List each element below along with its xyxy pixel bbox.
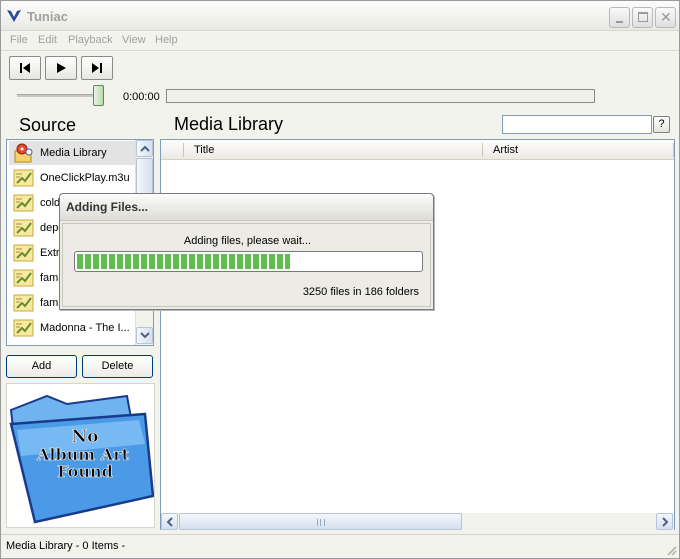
playlist-icon <box>13 169 34 187</box>
help-button[interactable]: ? <box>653 116 670 133</box>
album-art-text-3: Found <box>57 462 113 481</box>
playlist-icon <box>13 244 34 262</box>
column-artist[interactable]: Artist <box>493 144 518 156</box>
playlist-icon <box>13 269 34 287</box>
column-divider[interactable] <box>482 143 483 157</box>
source-item-playlist[interactable]: OneClickPlay.m3u <box>9 166 135 190</box>
maximize-icon <box>638 12 648 22</box>
adding-files-dialog: Adding Files... Adding files, please wai… <box>59 193 434 310</box>
previous-button[interactable] <box>9 56 41 80</box>
minimize-icon <box>616 21 623 23</box>
source-item-label: Media Library <box>40 147 107 159</box>
menu-file[interactable]: File <box>10 34 28 46</box>
dialog-title-bar[interactable]: Adding Files... <box>60 194 433 221</box>
menu-help[interactable]: Help <box>155 34 178 46</box>
play-icon <box>57 63 66 73</box>
play-button[interactable] <box>45 56 77 80</box>
status-text: Media Library - 0 Items - <box>6 540 126 552</box>
search-input[interactable] <box>502 115 652 134</box>
next-icon <box>92 63 102 73</box>
progress-bar <box>74 251 423 272</box>
album-art-panel: No Album Art Found <box>6 383 155 528</box>
resize-grip-icon[interactable] <box>666 545 677 556</box>
column-divider[interactable] <box>673 143 674 157</box>
dialog-body: Adding files, please wait... 3250 files … <box>62 223 431 307</box>
playlist-icon <box>13 319 34 337</box>
playlist-icon <box>13 219 34 237</box>
playlist-icon <box>13 294 34 312</box>
media-library-icon <box>14 143 33 163</box>
menu-playback[interactable]: Playback <box>68 34 113 46</box>
menu-view[interactable]: View <box>122 34 146 46</box>
close-button[interactable]: ✕ <box>655 7 676 28</box>
chevron-left-icon <box>166 517 173 527</box>
volume-slider-thumb[interactable] <box>93 85 104 106</box>
minimize-button[interactable] <box>609 7 630 28</box>
source-item-media-library[interactable]: Media Library <box>9 141 135 165</box>
previous-icon <box>20 63 30 73</box>
time-display: 0:00:00 <box>123 91 160 103</box>
title-bar[interactable]: Tuniac ✕ <box>1 1 679 31</box>
source-item-label: OneClickPlay.m3u <box>40 172 130 184</box>
window-title: Tuniac <box>27 9 68 24</box>
app-window: Tuniac ✕ File Edit Playback View Help 0:… <box>0 0 680 559</box>
scroll-right-button[interactable] <box>656 513 673 530</box>
chevron-right-icon <box>662 517 669 527</box>
playlist-icon <box>13 194 34 212</box>
horizontal-scrollbar[interactable] <box>161 513 674 530</box>
next-button[interactable] <box>81 56 113 80</box>
tuniac-logo-icon <box>7 10 21 22</box>
source-item-playlist[interactable]: Madonna - The I... <box>9 316 135 340</box>
menu-bar: File Edit Playback View Help <box>1 31 679 51</box>
album-art-text-1: No <box>72 427 99 447</box>
dialog-message: Adding files, please wait... <box>183 235 312 247</box>
column-divider[interactable] <box>183 143 184 157</box>
dialog-file-count: 3250 files in 186 folders <box>302 286 419 298</box>
scroll-left-button[interactable] <box>161 513 178 530</box>
menu-edit[interactable]: Edit <box>38 34 57 46</box>
volume-slider-track[interactable] <box>17 94 101 97</box>
column-title[interactable]: Title <box>194 144 214 156</box>
source-item-label: Madonna - The I... <box>40 322 130 334</box>
scroll-thumb[interactable] <box>179 513 462 530</box>
scroll-up-button[interactable] <box>136 140 153 157</box>
progress-fill <box>77 254 290 269</box>
scroll-thumb[interactable] <box>136 158 153 198</box>
grip-icon <box>317 519 325 526</box>
add-button[interactable]: Add <box>6 355 77 378</box>
chevron-down-icon <box>140 332 150 339</box>
no-album-art-image: No Album Art Found <box>9 394 155 524</box>
source-item-label: Extr <box>40 247 60 259</box>
source-heading: Source <box>19 115 77 135</box>
delete-button[interactable]: Delete <box>82 355 153 378</box>
maximize-button[interactable] <box>632 7 653 28</box>
status-bar: Media Library - 0 Items - <box>1 534 679 558</box>
column-header: Title Artist <box>161 140 674 160</box>
media-library-heading: Media Library <box>174 114 284 134</box>
chevron-up-icon <box>140 145 150 152</box>
seek-bar[interactable] <box>166 89 595 103</box>
scroll-down-button[interactable] <box>136 327 153 344</box>
dialog-title: Adding Files... <box>66 200 149 214</box>
close-icon: ✕ <box>660 10 672 26</box>
